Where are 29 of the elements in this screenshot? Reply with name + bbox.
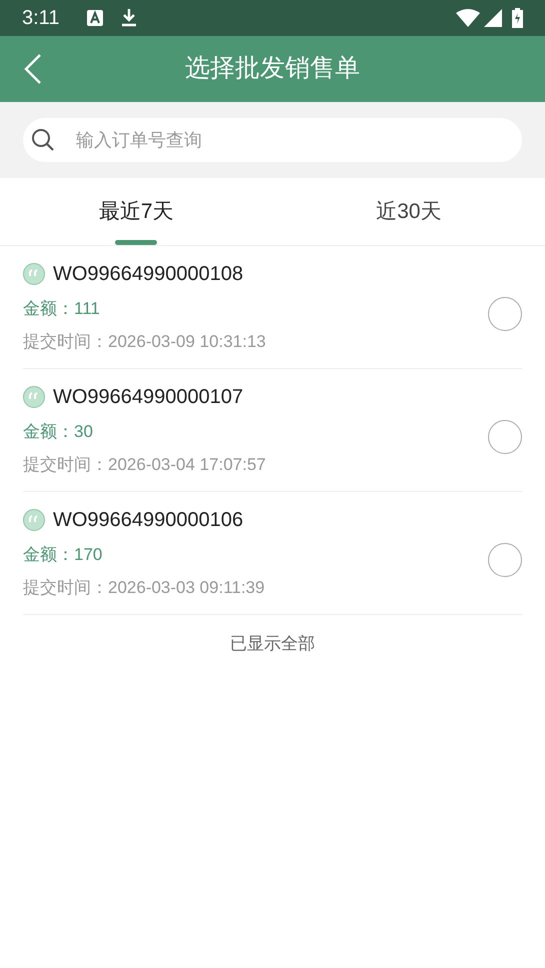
order-number: WO99664990000106 bbox=[53, 508, 244, 533]
search-field[interactable]: 输入订单号查询 bbox=[23, 118, 522, 162]
quote-icon bbox=[23, 386, 45, 408]
battery-icon bbox=[512, 8, 523, 28]
submit-time: 提交时间：2026-03-04 17:07:57 bbox=[23, 454, 266, 476]
order-number: WO99664990000108 bbox=[53, 262, 244, 287]
radio-button[interactable] bbox=[488, 420, 522, 454]
back-button[interactable] bbox=[24, 54, 42, 84]
status-time: 3:11 bbox=[22, 6, 60, 31]
order-amount: 金额：30 bbox=[23, 421, 93, 443]
radio-button[interactable] bbox=[488, 296, 522, 330]
translate-icon bbox=[87, 10, 104, 26]
wifi-icon bbox=[456, 9, 480, 27]
tab[interactable]: 近30天 bbox=[272, 178, 545, 245]
signal-icon bbox=[484, 9, 502, 27]
submit-time: 提交时间：2026-03-03 09:11:39 bbox=[23, 577, 265, 599]
submit-time: 提交时间：2026-03-09 10:31:13 bbox=[23, 331, 266, 353]
download-icon bbox=[121, 9, 138, 27]
order-amount: 金额：111 bbox=[23, 298, 100, 320]
order-amount: 金额：170 bbox=[23, 544, 102, 566]
page-title: 选择批发销售单 bbox=[185, 53, 360, 84]
list-end-text: 已显示全部 bbox=[230, 633, 315, 655]
tab[interactable]: 最近7天 bbox=[0, 178, 272, 245]
search-icon bbox=[31, 128, 55, 152]
quote-icon bbox=[23, 509, 45, 531]
radio-button[interactable] bbox=[488, 542, 522, 576]
back-icon bbox=[24, 54, 42, 84]
order-number: WO99664990000107 bbox=[53, 385, 244, 410]
quote-icon bbox=[23, 263, 45, 285]
